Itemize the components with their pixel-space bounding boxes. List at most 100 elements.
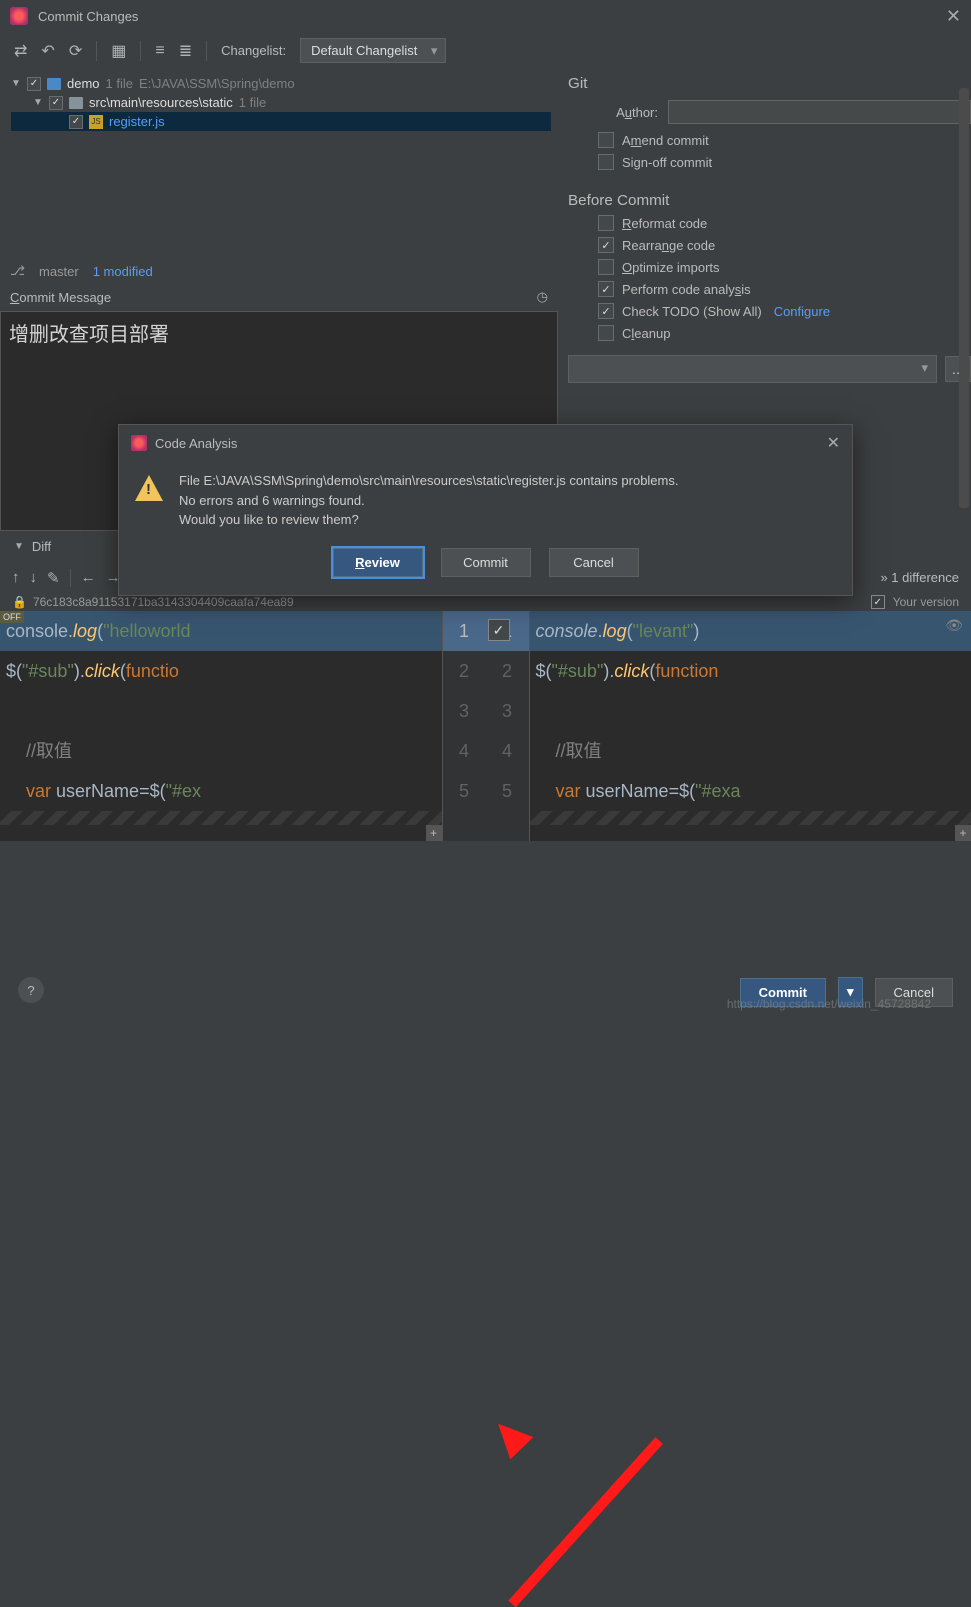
checkbox[interactable]: ✓	[49, 96, 63, 110]
separator	[70, 569, 71, 587]
checkbox[interactable]: ✓	[598, 237, 614, 253]
left-gutter: 1 2 3 4 5	[442, 611, 486, 841]
back-icon: ←	[81, 569, 96, 586]
undo-icon[interactable]: ↶	[41, 41, 54, 61]
folder-icon	[69, 97, 83, 109]
help-button[interactable]: ?	[18, 977, 44, 1003]
checkbox[interactable]	[598, 154, 614, 170]
modified-link[interactable]: 1 modified	[93, 264, 153, 279]
reformat-row[interactable]: Reformat code	[598, 215, 971, 231]
separator	[206, 41, 207, 61]
tree-name: demo	[67, 76, 100, 91]
window-title: Commit Changes	[38, 9, 138, 24]
cancel-button[interactable]: Cancel	[549, 548, 639, 577]
branch-name: master	[39, 264, 79, 279]
scrollbar[interactable]	[959, 88, 969, 508]
file-count: 1 file	[239, 95, 266, 110]
author-label: Author:	[598, 105, 658, 120]
next-diff-icon: ↓	[30, 569, 38, 586]
checkbox[interactable]	[598, 325, 614, 341]
watermark: https://blog.csdn.net/weixin_45728842	[727, 997, 931, 1011]
diff-icon[interactable]: ⇄	[14, 41, 27, 61]
diff-viewer: OFF console.log("helloworld $("#sub").cl…	[0, 611, 971, 841]
optimize-row[interactable]: Optimize imports	[598, 259, 971, 275]
dialog-titlebar: Code Analysis ✕	[119, 425, 852, 461]
commit-message-header: CCommit Messageommit Message ◷	[0, 283, 558, 311]
diff-count: » 1 difference	[880, 570, 959, 585]
edit-icon[interactable]: ✎	[47, 569, 60, 587]
module-icon	[47, 78, 61, 90]
expand-handle[interactable]: +	[955, 825, 971, 841]
prev-diff-icon: ↑	[12, 569, 20, 586]
author-row: Author:	[598, 100, 971, 124]
chevron-down-icon[interactable]: ▼	[33, 97, 43, 108]
checkbox[interactable]	[598, 215, 614, 231]
close-icon[interactable]: ✕	[827, 433, 840, 453]
right-pane[interactable]: 👁 console.log("levant") $("#sub").click(…	[530, 611, 971, 841]
right-gutter: 1 ✓ 2 3 4 5	[486, 611, 530, 841]
signoff-row[interactable]: Sign-off commit	[598, 154, 971, 170]
checkbox[interactable]	[598, 259, 614, 275]
todo-row[interactable]: ✓Check TODO (Show All)Configure	[598, 303, 971, 319]
configure-link[interactable]: Configure	[774, 304, 830, 319]
collapse-icon[interactable]: ≣	[179, 41, 192, 61]
git-title: Git	[568, 75, 971, 92]
dialog-message: File E:\JAVA\SSM\Spring\demo\src\main\re…	[179, 471, 678, 530]
dialog-title: Code Analysis	[155, 436, 237, 451]
analysis-row[interactable]: ✓Perform code analysis	[598, 281, 971, 297]
changes-tree: ▼ ✓ demo 1 file E:\JAVA\SSM\Spring\demo …	[0, 69, 558, 259]
refresh-icon[interactable]: ⟳	[69, 41, 82, 61]
separator	[140, 41, 141, 61]
chevron-down-icon[interactable]: ▼	[11, 78, 21, 89]
checkbox[interactable]: ✓	[69, 115, 83, 129]
checkbox[interactable]: ✓	[598, 303, 614, 319]
file-count: 1 file	[106, 76, 133, 91]
commit-toolbar: ⇄ ↶ ⟳ ▦ ≡ ≣ Changelist: Default Changeli…	[0, 32, 971, 69]
checkbox[interactable]	[598, 132, 614, 148]
title-bar: Commit Changes ✕	[0, 0, 971, 32]
history-icon[interactable]: ◷	[537, 289, 548, 305]
line-checkbox[interactable]: ✓	[488, 619, 510, 641]
author-input[interactable]	[668, 100, 971, 124]
tree-root[interactable]: ▼ ✓ demo 1 file E:\JAVA\SSM\Spring\demo	[11, 74, 551, 93]
cleanup-row[interactable]: Cleanup	[598, 325, 971, 341]
include-checkbox[interactable]: ✓	[871, 595, 885, 609]
dialog-buttons: Review Commit Cancel	[119, 534, 852, 595]
commit-button[interactable]: Commit	[441, 548, 531, 577]
branch-icon: ⎇	[10, 263, 25, 279]
server-combo[interactable]	[568, 355, 937, 383]
server-combo-row: …	[568, 355, 971, 383]
changelist-combo[interactable]: Default Changelist	[300, 38, 446, 63]
warning-icon	[135, 475, 163, 501]
branch-bar: ⎇ master 1 modified	[0, 259, 558, 283]
commit-message-label: CCommit Messageommit Message	[10, 290, 111, 305]
tree-path: E:\JAVA\SSM\Spring\demo	[139, 76, 295, 91]
js-file-icon: JS	[89, 115, 103, 129]
expand-handle[interactable]: +	[426, 825, 442, 841]
changelist-label: Changelist:	[221, 43, 286, 58]
lock-icon: 🔒	[12, 595, 27, 609]
left-revision: 76c183c8a91153171ba3143304409caafa74ea89	[33, 595, 294, 609]
tree-file[interactable]: ✓ JS register.js	[11, 112, 551, 131]
before-commit-title: Before Commit	[568, 192, 971, 209]
revision-bar: 🔒 76c183c8a91153171ba3143304409caafa74ea…	[0, 593, 971, 611]
amend-row[interactable]: Amend commit	[598, 132, 971, 148]
file-name: register.js	[109, 114, 165, 129]
app-logo-icon	[131, 435, 147, 451]
review-button[interactable]: Review	[333, 548, 423, 577]
inspection-icon[interactable]: 👁	[945, 617, 963, 634]
tree-name: src\main\resources\static	[89, 95, 233, 110]
checkbox[interactable]: ✓	[27, 77, 41, 91]
separator	[96, 41, 97, 61]
expand-icon[interactable]: ≡	[155, 42, 164, 60]
left-pane[interactable]: console.log("helloworld $("#sub").click(…	[0, 611, 442, 841]
chevron-down-icon[interactable]: ▼	[14, 541, 24, 552]
code-analysis-dialog: Code Analysis ✕ File E:\JAVA\SSM\Spring\…	[118, 424, 853, 596]
tree-folder[interactable]: ▼ ✓ src\main\resources\static 1 file	[11, 93, 551, 112]
checkbox[interactable]: ✓	[598, 281, 614, 297]
rearrange-row[interactable]: ✓Rearrange code	[598, 237, 971, 253]
close-icon[interactable]: ✕	[946, 6, 961, 27]
right-revision: Your version	[893, 595, 959, 609]
off-badge: OFF	[0, 611, 24, 623]
group-icon[interactable]: ▦	[111, 41, 126, 61]
